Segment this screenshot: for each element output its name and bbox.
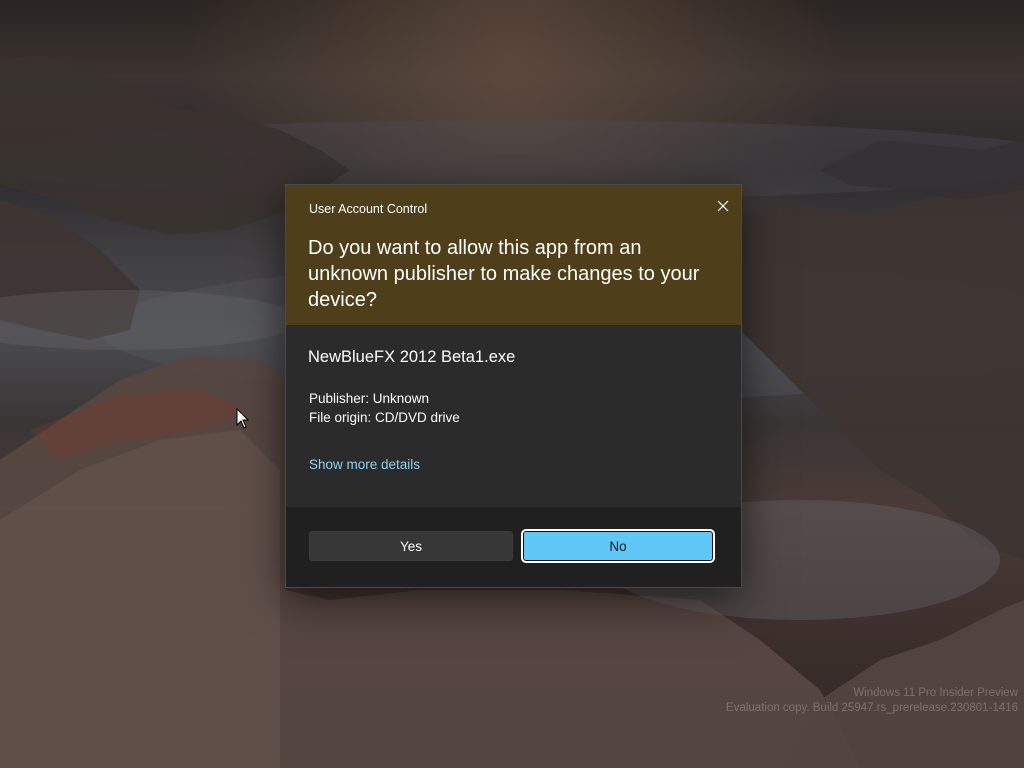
yes-button[interactable]: Yes (309, 531, 513, 561)
file-origin-info: File origin: CD/DVD drive (309, 410, 460, 425)
desktop-background: User Account Control Do you want to allo… (0, 0, 1024, 768)
uac-dialog: User Account Control Do you want to allo… (285, 184, 742, 588)
dialog-question: Do you want to allow this app from an un… (308, 237, 700, 311)
watermark-line-edition: Windows 11 Pro Insider Preview (853, 687, 1018, 699)
os-watermark: Windows 11 Pro Insider Preview Evaluatio… (726, 686, 1018, 716)
close-icon (717, 200, 729, 212)
dialog-caption: User Account Control (309, 202, 428, 216)
uac-footer: Yes No (286, 507, 741, 587)
close-button[interactable] (708, 191, 738, 221)
app-name: NewBlueFX 2012 Beta1.exe (308, 348, 516, 366)
show-more-details-link[interactable]: Show more details (309, 457, 420, 472)
uac-header: User Account Control Do you want to allo… (286, 185, 741, 325)
watermark-line-build: Evaluation copy. Build 25947.rs_prerelea… (726, 702, 1018, 714)
uac-body: NewBlueFX 2012 Beta1.exe Publisher: Unkn… (286, 325, 741, 507)
no-button[interactable]: No (521, 529, 715, 563)
publisher-info: Publisher: Unknown (309, 391, 430, 406)
mouse-pointer-icon (236, 408, 250, 429)
